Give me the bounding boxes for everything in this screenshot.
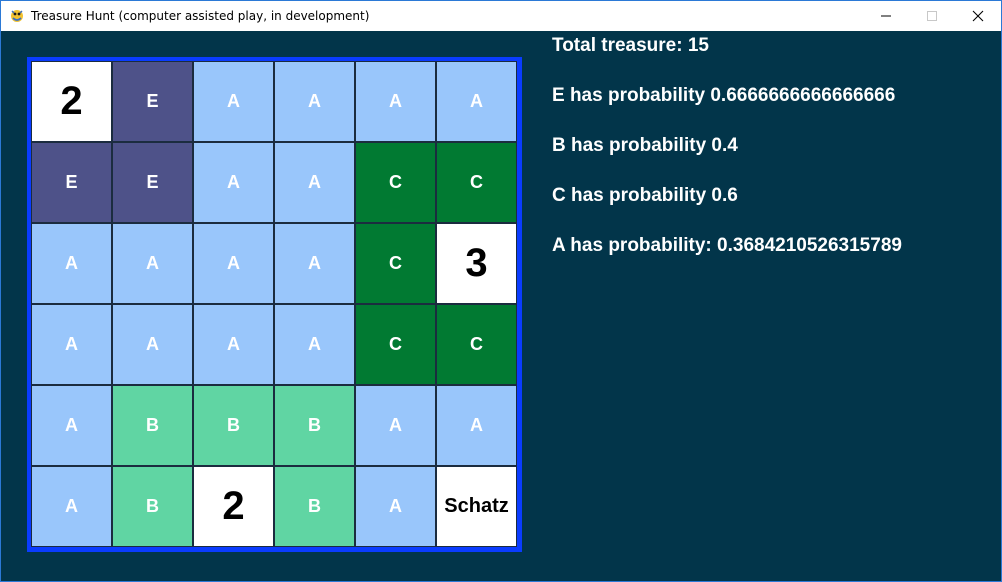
board-cell[interactable]: C <box>436 142 517 223</box>
board-cell[interactable]: E <box>112 142 193 223</box>
board-cell[interactable]: A <box>274 142 355 223</box>
board-cell[interactable]: 2 <box>31 61 112 142</box>
board-cell[interactable]: A <box>31 223 112 304</box>
board-cell[interactable]: A <box>193 142 274 223</box>
game-canvas: 2 E A A A A E E A A C C A A A A C 3 A A A A C C A B B B A A A B 2 B A Schat… <box>1 31 1001 581</box>
board-cell[interactable]: E <box>112 61 193 142</box>
board-cell[interactable]: B <box>274 385 355 466</box>
maximize-icon <box>927 11 937 21</box>
board-cell[interactable]: C <box>436 304 517 385</box>
board-cell[interactable]: A <box>274 61 355 142</box>
board-cell[interactable]: C <box>355 304 436 385</box>
board-cell[interactable]: 3 <box>436 223 517 304</box>
board-cell[interactable]: A <box>193 61 274 142</box>
board-cell[interactable]: C <box>355 142 436 223</box>
title-bar[interactable]: Treasure Hunt (computer assisted play, i… <box>1 1 1001 31</box>
board-cell[interactable]: A <box>193 223 274 304</box>
board-cell[interactable]: A <box>355 61 436 142</box>
pygame-snake-icon <box>9 8 25 24</box>
board-cell[interactable]: A <box>436 61 517 142</box>
board-cell[interactable]: 2 <box>193 466 274 547</box>
board-cell[interactable]: A <box>355 385 436 466</box>
board-cell[interactable]: B <box>112 466 193 547</box>
board-cell[interactable]: B <box>274 466 355 547</box>
minimize-icon <box>881 15 891 17</box>
board-cell[interactable]: A <box>355 466 436 547</box>
board-cell[interactable]: A <box>31 466 112 547</box>
board-cell[interactable]: C <box>355 223 436 304</box>
board-cell[interactable]: B <box>112 385 193 466</box>
board-cell[interactable]: A <box>274 223 355 304</box>
board-cell[interactable]: A <box>193 304 274 385</box>
game-board: 2 E A A A A E E A A C C A A A A C 3 A A A A C C A B B B A A A B 2 B A Schat… <box>27 57 522 552</box>
board-cell[interactable]: A <box>31 304 112 385</box>
close-icon <box>972 10 984 22</box>
board-cell[interactable]: A <box>436 385 517 466</box>
probability-a-label: A has probability: 0.3684210526315789 <box>552 235 902 256</box>
app-window: Treasure Hunt (computer assisted play, i… <box>0 0 1002 582</box>
probability-c-label: C has probability 0.6 <box>552 185 738 206</box>
board-cell[interactable]: E <box>31 142 112 223</box>
board-cell[interactable]: A <box>112 304 193 385</box>
board-cell[interactable]: A <box>112 223 193 304</box>
board-cell[interactable]: B <box>193 385 274 466</box>
board-cell[interactable]: A <box>31 385 112 466</box>
probability-b-label: B has probability 0.4 <box>552 135 738 156</box>
probability-e-label: E has probability 0.6666666666666666 <box>552 85 896 106</box>
maximize-button[interactable] <box>909 1 955 31</box>
window-controls <box>863 1 1001 31</box>
window-title: Treasure Hunt (computer assisted play, i… <box>31 9 370 23</box>
total-treasure-label: Total treasure: 15 <box>552 35 709 56</box>
minimize-button[interactable] <box>863 1 909 31</box>
close-button[interactable] <box>955 1 1001 31</box>
board-cell[interactable]: A <box>274 304 355 385</box>
board-cell[interactable]: Schatz <box>436 466 517 547</box>
